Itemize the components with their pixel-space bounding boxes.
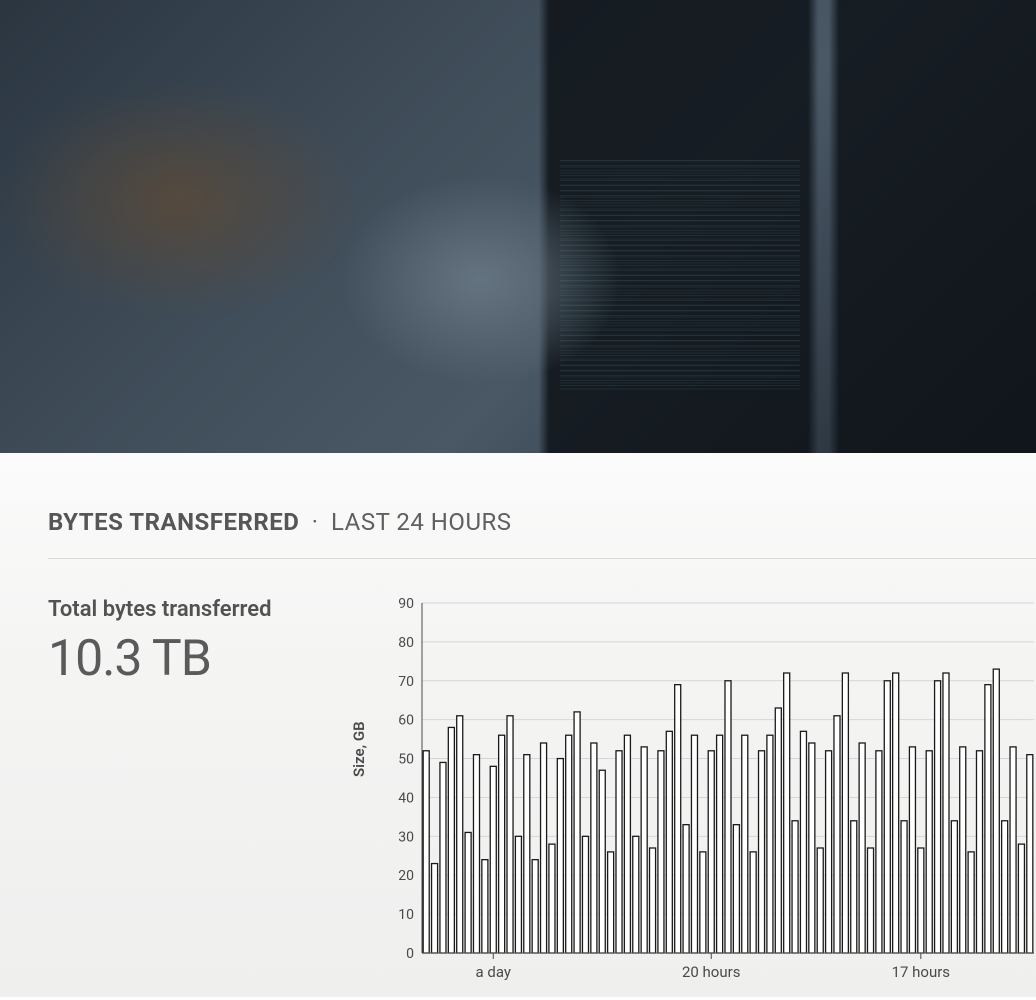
bytes-transferred-panel: BYTES TRANSFERRED · LAST 24 HOURS Total … bbox=[0, 453, 1036, 997]
svg-text:40: 40 bbox=[398, 790, 414, 806]
svg-text:20 hours: 20 hours bbox=[682, 963, 741, 981]
svg-text:17 hours: 17 hours bbox=[892, 963, 951, 981]
panel-title-range: LAST 24 HOURS bbox=[331, 508, 512, 536]
svg-text:50: 50 bbox=[398, 752, 414, 768]
svg-text:a day: a day bbox=[476, 963, 512, 981]
summary-block: Total bytes transferred 10.3 TB bbox=[48, 597, 348, 997]
svg-text:80: 80 bbox=[398, 635, 414, 651]
svg-text:30: 30 bbox=[398, 829, 414, 845]
svg-text:90: 90 bbox=[398, 597, 414, 612]
svg-text:20: 20 bbox=[398, 868, 414, 884]
svg-text:0: 0 bbox=[406, 946, 414, 962]
hero-photo bbox=[0, 0, 1036, 453]
summary-value: 10.3 TB bbox=[48, 630, 348, 688]
svg-text:10: 10 bbox=[398, 907, 414, 923]
svg-text:60: 60 bbox=[398, 713, 414, 729]
y-axis-label: Size, GB bbox=[350, 721, 368, 777]
panel-title: BYTES TRANSFERRED · LAST 24 HOURS bbox=[48, 508, 1036, 559]
panel-title-sep: · bbox=[312, 508, 319, 536]
summary-label: Total bytes transferred bbox=[48, 597, 348, 622]
bar-chart-svg: 0 10 20 30 40 50 60 70 80 90 a day 20 hours 17 hours bbox=[378, 597, 1036, 997]
chart: Size, GB 0102030405060708090a day20 hour… bbox=[378, 597, 1036, 997]
panel-title-main: BYTES TRANSFERRED bbox=[48, 508, 299, 536]
svg-text:70: 70 bbox=[398, 674, 414, 690]
